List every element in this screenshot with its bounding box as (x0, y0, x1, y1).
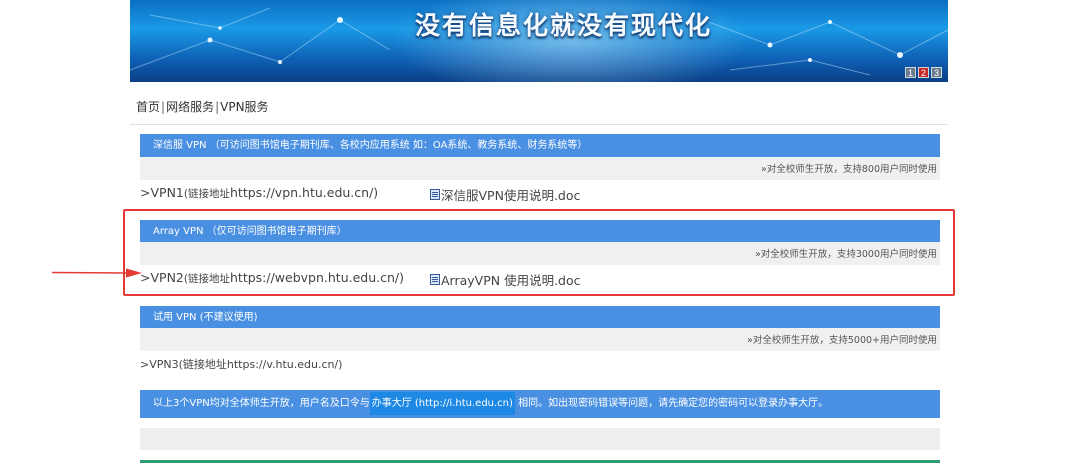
vpn3-capacity-note: »对全校师生开放，支持5000+用户同时使用 (140, 328, 940, 351)
empty-grey-row (140, 428, 940, 450)
slide-2-button[interactable]: 2 (918, 67, 929, 78)
vpn1-link-label: (链接地址 (183, 188, 230, 200)
highlight-box (123, 209, 955, 296)
vpn3-link-url[interactable]: (链接地址https://v.htu.edu.cn/) (179, 358, 343, 371)
breadcrumb-separator: | (215, 100, 220, 114)
slide-1-button[interactable]: 1 (905, 67, 916, 78)
vpn3-link[interactable]: >VPN3(链接地址https://v.htu.edu.cn/) (140, 356, 342, 372)
red-arrow-annotation (52, 268, 142, 278)
vpn1-link[interactable]: >VPN1(链接地址https://vpn.htu.edu.cn/) (140, 185, 378, 201)
vpn1-capacity-note: »对全校师生开放，支持800用户同时使用 (140, 157, 940, 180)
chevron-right-icon: > (140, 185, 151, 200)
vpn1-section-header: 深信服 VPN （可访问图书馆电子期刊库、各校内应用系统 如：OA系统、教务系统… (140, 134, 940, 157)
top-banner: 没有信息化就没有现代化 1 2 3 (130, 0, 948, 82)
info-text-before: 以上3个VPN均对全体师生开放，用户名及口令与 (153, 398, 370, 409)
vpn3-name: VPN3 (149, 358, 179, 371)
breadcrumb-separator: | (161, 100, 166, 114)
info-banner: 以上3个VPN均对全体师生开放，用户名及口令与 办事大厅 (http://i.ht… (140, 390, 940, 418)
slide-3-button[interactable]: 3 (931, 67, 942, 78)
vpn1-link-url[interactable]: https://vpn.htu.edu.cn/) (230, 185, 378, 200)
service-hall-link[interactable]: 办事大厅 (http://i.htu.edu.cn) (369, 392, 515, 415)
vpn1-doc-name[interactable]: 深信服VPN使用说明.doc (441, 185, 580, 204)
document-icon (430, 189, 440, 200)
breadcrumb-divider (130, 124, 948, 125)
vpn1-name: VPN1 (150, 185, 184, 200)
info-text-after: 相同。如出现密码错误等问题，请先确定您的密码可以登录办事大厅。 (514, 398, 829, 409)
banner-slogan: 没有信息化就没有现代化 (415, 11, 713, 40)
breadcrumb-vpn-services[interactable]: VPN服务 (220, 100, 268, 114)
vpn3-section-header: 试用 VPN (不建议使用) (140, 306, 940, 329)
vpn1-doc-link[interactable]: 深信服VPN使用说明.doc (430, 185, 580, 204)
breadcrumb: 首页|网络服务|VPN服务 (136, 98, 269, 115)
breadcrumb-home[interactable]: 首页 (136, 100, 160, 114)
breadcrumb-network-services[interactable]: 网络服务 (166, 100, 214, 114)
slide-pager: 1 2 3 (905, 67, 942, 78)
chevron-right-icon: > (140, 358, 150, 371)
